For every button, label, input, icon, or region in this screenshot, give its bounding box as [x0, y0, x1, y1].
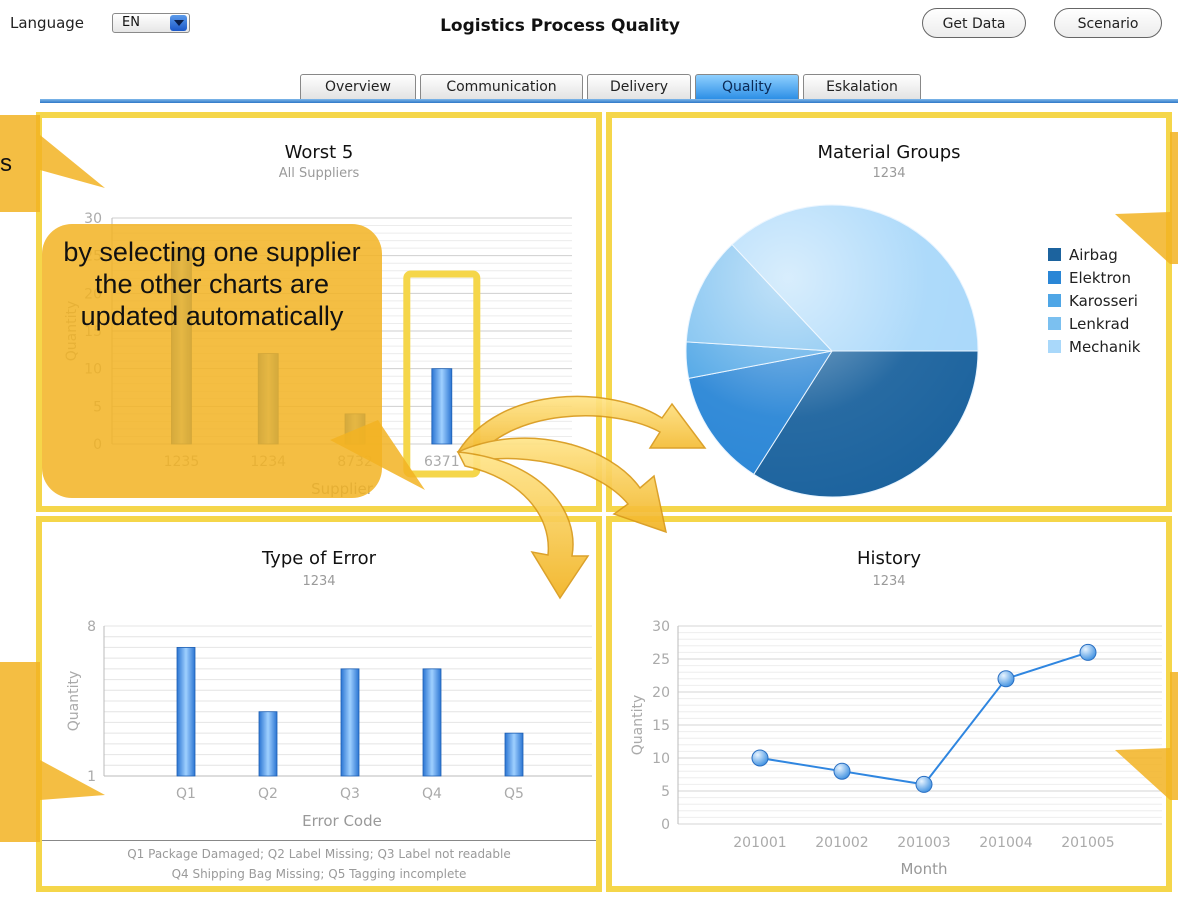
callout-top-left — [0, 115, 105, 212]
callout-bottom-right — [1115, 672, 1178, 800]
annotation-left-fragment: s — [0, 150, 12, 177]
callout-bottom-left — [0, 662, 105, 842]
arrow-to-errors — [456, 451, 590, 600]
annotation-box: by selecting one supplier the other char… — [42, 224, 382, 498]
annotation-text: by selecting one supplier the other char… — [63, 237, 361, 331]
callout-top-right — [1115, 132, 1178, 264]
